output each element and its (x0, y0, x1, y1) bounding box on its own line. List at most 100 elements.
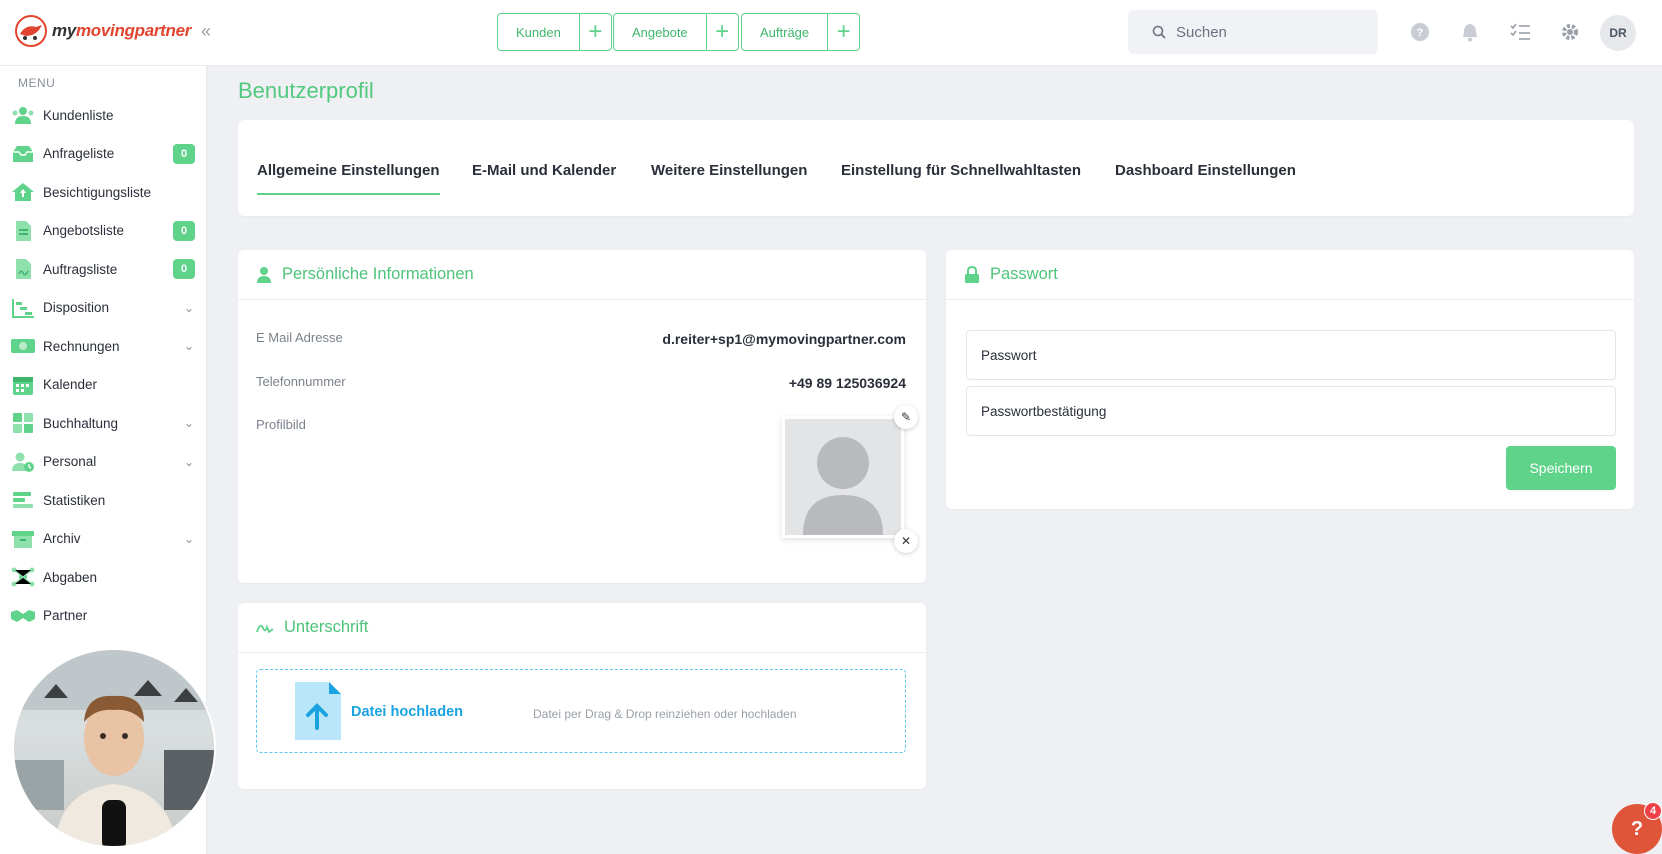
logo-text: mymovingpartner (52, 21, 192, 40)
signature-icon (256, 623, 274, 633)
password-header: Passwort (946, 250, 1634, 300)
logo-mark-icon (15, 15, 47, 47)
tab-email-kalender[interactable]: E-Mail und Kalender (472, 162, 616, 193)
sidebar-item-auftragsliste[interactable]: Auftragsliste 0 (0, 250, 207, 289)
upload-file-title: Datei hochladen (351, 704, 463, 720)
gear-icon[interactable] (1558, 20, 1582, 44)
tab-schnellwahltasten[interactable]: Einstellung für Schnellwahltasten (841, 162, 1081, 193)
menu-heading: MENU (18, 76, 56, 90)
sidebar-item-abgaben[interactable]: Abgaben (0, 558, 207, 597)
upload-file-icon (295, 682, 341, 740)
calendar-icon (10, 373, 36, 397)
sidebar-item-label: Rechnungen (43, 338, 120, 354)
sidebar-item-angebotsliste[interactable]: Angebotsliste 0 (0, 212, 207, 251)
archive-icon (10, 527, 36, 551)
upload-file-hint: Datei per Drag & Drop reinziehen oder ho… (533, 707, 797, 721)
sidebar-item-label: Personal (43, 454, 97, 470)
tab-dashboard-einstellungen[interactable]: Dashboard Einstellungen (1115, 162, 1296, 193)
checklist-icon[interactable] (1508, 20, 1532, 44)
signature-card: Unterschrift Datei hochladen Datei per D… (238, 603, 926, 789)
contract-icon (10, 257, 36, 281)
quick-auftraege-button[interactable]: Aufträge (742, 14, 827, 50)
sidebar-item-label: Kundenliste (43, 107, 114, 123)
home-icon (10, 180, 36, 204)
inbox-icon (10, 142, 36, 166)
sidebar-item-label: Angebotsliste (43, 223, 125, 239)
quick-action-angebote: Angebote + (613, 13, 739, 51)
logo[interactable]: mymovingpartner (14, 14, 191, 48)
collapse-sidebar-icon[interactable]: « (194, 20, 218, 44)
add-auftrag-plus-icon[interactable]: + (827, 14, 859, 50)
sidebar-item-personal[interactable]: Personal ⌄ (0, 443, 207, 482)
chevron-down-icon: ⌄ (183, 339, 195, 354)
sidebar-item-archiv[interactable]: Archiv ⌄ (0, 520, 207, 559)
personal-info-title: Persönliche Informationen (282, 265, 474, 283)
sidebar-item-label: Archiv (43, 531, 81, 547)
count-badge: 0 (173, 220, 195, 241)
chevron-down-icon: ⌄ (183, 454, 195, 469)
search-icon (1152, 25, 1166, 39)
page-scrollbar[interactable] (1654, 66, 1662, 796)
add-kunde-plus-icon[interactable]: + (578, 14, 611, 50)
personal-info-header: Persönliche Informationen (238, 250, 926, 300)
save-password-button[interactable]: Speichern (1506, 446, 1616, 490)
sidebar-nav: Kundenliste Anfrageliste 0 Besichtigungs… (0, 96, 207, 635)
email-value: d.reiter+sp1@mymovingpartner.com (662, 331, 906, 347)
sidebar-item-disposition[interactable]: Disposition ⌄ (0, 289, 207, 328)
search-input[interactable] (1176, 23, 1356, 41)
user-avatar[interactable]: DR (1600, 15, 1636, 51)
settings-tabs: Allgemeine Einstellungen E-Mail und Kale… (238, 120, 1634, 216)
quick-angebote-button[interactable]: Angebote (614, 14, 706, 50)
sidebar-item-label: Buchhaltung (43, 415, 119, 431)
count-badge: 0 (173, 259, 195, 280)
chevron-down-icon: ⌄ (183, 300, 195, 315)
quick-kunden-button[interactable]: Kunden (498, 14, 579, 50)
sidebar-item-statistiken[interactable]: Statistiken (0, 481, 207, 520)
email-label: E Mail Adresse (256, 330, 343, 345)
sidebar-item-label: Besichtigungsliste (43, 184, 152, 200)
sidebar-item-kundenliste[interactable]: Kundenliste (0, 96, 207, 135)
password-input[interactable] (966, 330, 1616, 380)
handshake-icon (10, 604, 36, 628)
bell-icon[interactable] (1458, 20, 1482, 44)
password-title: Passwort (990, 265, 1058, 283)
sidebar-item-label: Auftragsliste (43, 261, 118, 277)
tab-weitere-einstellungen[interactable]: Weitere Einstellungen (651, 162, 807, 193)
sidebar-item-label: Anfrageliste (43, 146, 115, 162)
tab-allgemeine-einstellungen[interactable]: Allgemeine Einstellungen (257, 162, 440, 195)
quick-action-kunden: Kunden + (497, 13, 612, 51)
password-card: Passwort Speichern (946, 250, 1634, 509)
quick-action-auftraege: Aufträge + (741, 13, 861, 51)
sidebar-item-partner[interactable]: Partner (0, 597, 207, 636)
avatar-placeholder-icon (785, 419, 901, 535)
remove-picture-close-icon[interactable]: ✕ (894, 529, 918, 553)
svg-text:?: ? (1417, 27, 1424, 39)
help-circle-icon[interactable]: ? (1408, 20, 1432, 44)
sidebar-item-rechnungen[interactable]: Rechnungen ⌄ (0, 327, 207, 366)
sidebar-item-label: Statistiken (43, 492, 106, 508)
sidebar-item-kalender[interactable]: Kalender (0, 366, 207, 405)
count-badge: 0 (173, 143, 195, 164)
webcam-overlay (12, 648, 216, 848)
sidebar-item-label: Abgaben (43, 569, 98, 585)
password-confirm-input[interactable] (966, 386, 1616, 436)
presenter-video-frame (14, 650, 214, 846)
document-icon (10, 219, 36, 243)
top-bar: mymovingpartner « Kunden + Angebote + Au… (0, 0, 1662, 66)
phone-label: Telefonnummer (256, 374, 346, 389)
phone-value: +49 89 125036924 (788, 375, 906, 391)
search-box[interactable] (1128, 10, 1378, 54)
edit-picture-pencil-icon[interactable]: ✎ (894, 405, 918, 429)
users-icon (10, 103, 36, 127)
signature-header: Unterschrift (238, 603, 926, 653)
signature-upload-dropzone[interactable]: Datei hochladen Datei per Drag & Drop re… (256, 669, 906, 753)
sidebar-item-besichtigungsliste[interactable]: Besichtigungsliste (0, 173, 207, 212)
sidebar-item-anfrageliste[interactable]: Anfrageliste 0 (0, 135, 207, 174)
page-title: Benutzerprofil (238, 78, 374, 103)
add-angebot-plus-icon[interactable]: + (705, 14, 738, 50)
personal-info-card: Persönliche Informationen E Mail Adresse… (238, 250, 926, 583)
profile-picture (782, 416, 904, 538)
calculator-icon (10, 411, 36, 435)
gantt-icon (10, 296, 36, 320)
sidebar-item-buchhaltung[interactable]: Buchhaltung ⌄ (0, 404, 207, 443)
